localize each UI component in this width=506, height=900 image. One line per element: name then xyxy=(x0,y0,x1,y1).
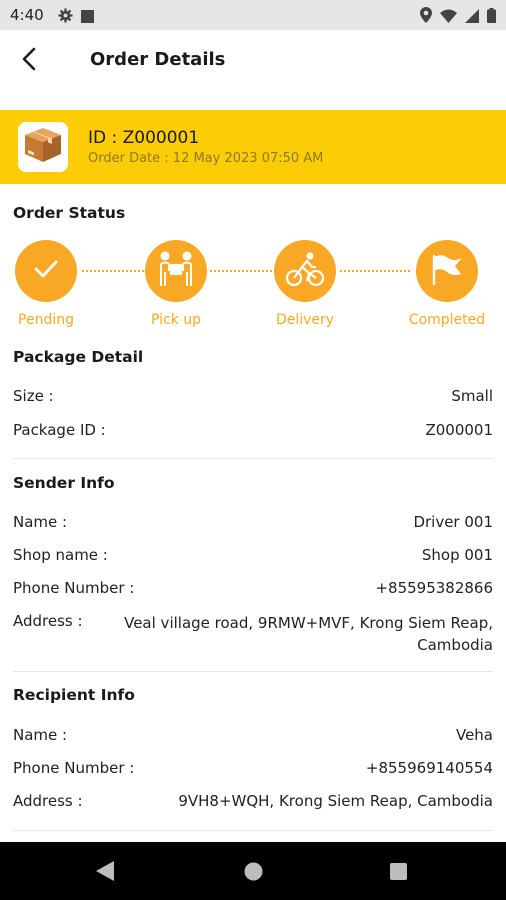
field-label: Shop name : xyxy=(13,546,108,564)
step-delivery: Delivery xyxy=(257,240,353,328)
package-box-tile xyxy=(18,122,68,172)
step-label: Delivery xyxy=(275,312,335,328)
field-label: Size : xyxy=(13,387,54,405)
step-label: Pick up xyxy=(150,312,202,328)
status-time: 4:40 xyxy=(10,6,44,24)
location-pin-icon xyxy=(420,7,432,27)
system-nav-bar xyxy=(0,842,506,900)
square-notification-icon xyxy=(81,8,94,27)
field-label: Name : xyxy=(13,513,68,531)
back-arrow-icon xyxy=(21,47,37,75)
step-label: Completed xyxy=(408,312,486,328)
package-size-value: Small xyxy=(451,387,493,405)
order-date: Order Date : 12 May 2023 07:50 AM xyxy=(88,151,324,166)
field-label: Name : xyxy=(13,726,68,744)
wifi-icon xyxy=(440,8,457,27)
divider xyxy=(13,830,493,831)
nav-recents-square-icon[interactable] xyxy=(390,863,407,884)
nav-home-circle-icon[interactable] xyxy=(244,862,263,885)
step-pick-up: Pick up xyxy=(128,240,224,328)
sender-info-title: Sender Info xyxy=(13,474,115,492)
divider xyxy=(13,458,493,459)
recipient-phone-value[interactable]: +855969140554 xyxy=(366,759,493,777)
divider xyxy=(13,671,493,672)
order-status-title: Order Status xyxy=(13,204,126,222)
field-label: Phone Number : xyxy=(13,579,135,597)
field-label: Phone Number : xyxy=(13,759,135,777)
nav-back-triangle-icon[interactable] xyxy=(96,861,114,885)
recipient-name-value: Veha xyxy=(455,726,493,744)
status-bar: 4:40 xyxy=(0,0,506,30)
sender-phone-value[interactable]: +85595382866 xyxy=(375,579,493,597)
page-title: Order Details xyxy=(90,49,226,70)
field-label: Address : xyxy=(13,792,83,810)
sender-name-value: Driver 001 xyxy=(413,513,493,531)
pickup-handover-icon xyxy=(156,250,196,292)
battery-icon xyxy=(487,7,496,27)
package-box-icon xyxy=(23,126,63,168)
check-icon xyxy=(33,259,59,283)
recipient-address-value: 9VH8+WQH, Krong Siem Reap, Cambodia xyxy=(178,792,493,810)
field-label: Address : xyxy=(13,612,83,630)
recipient-info-title: Recipient Info xyxy=(13,686,135,704)
sender-shop-value: Shop 001 xyxy=(421,546,493,564)
settings-gear-icon xyxy=(58,8,73,27)
app-bar: Order Details xyxy=(0,30,506,92)
package-id-value: Z000001 xyxy=(425,421,493,439)
step-completed: Completed xyxy=(399,240,495,328)
step-pending: Pending xyxy=(0,240,94,328)
flag-icon xyxy=(429,252,465,290)
field-label: Package ID : xyxy=(13,421,106,439)
cyclist-icon xyxy=(285,251,325,291)
step-label: Pending xyxy=(18,312,74,328)
order-id: ID : Z000001 xyxy=(88,128,200,148)
package-detail-title: Package Detail xyxy=(13,348,144,366)
order-banner: ID : Z000001 Order Date : 12 May 2023 07… xyxy=(0,110,506,184)
sender-address-value: Veal village road, 9RMW+MVF, Krong Siem … xyxy=(124,614,493,654)
back-button[interactable] xyxy=(14,46,44,76)
cell-signal-icon xyxy=(465,8,479,27)
order-status-stepper: Pending Pick up Delivery Completed xyxy=(0,240,506,340)
